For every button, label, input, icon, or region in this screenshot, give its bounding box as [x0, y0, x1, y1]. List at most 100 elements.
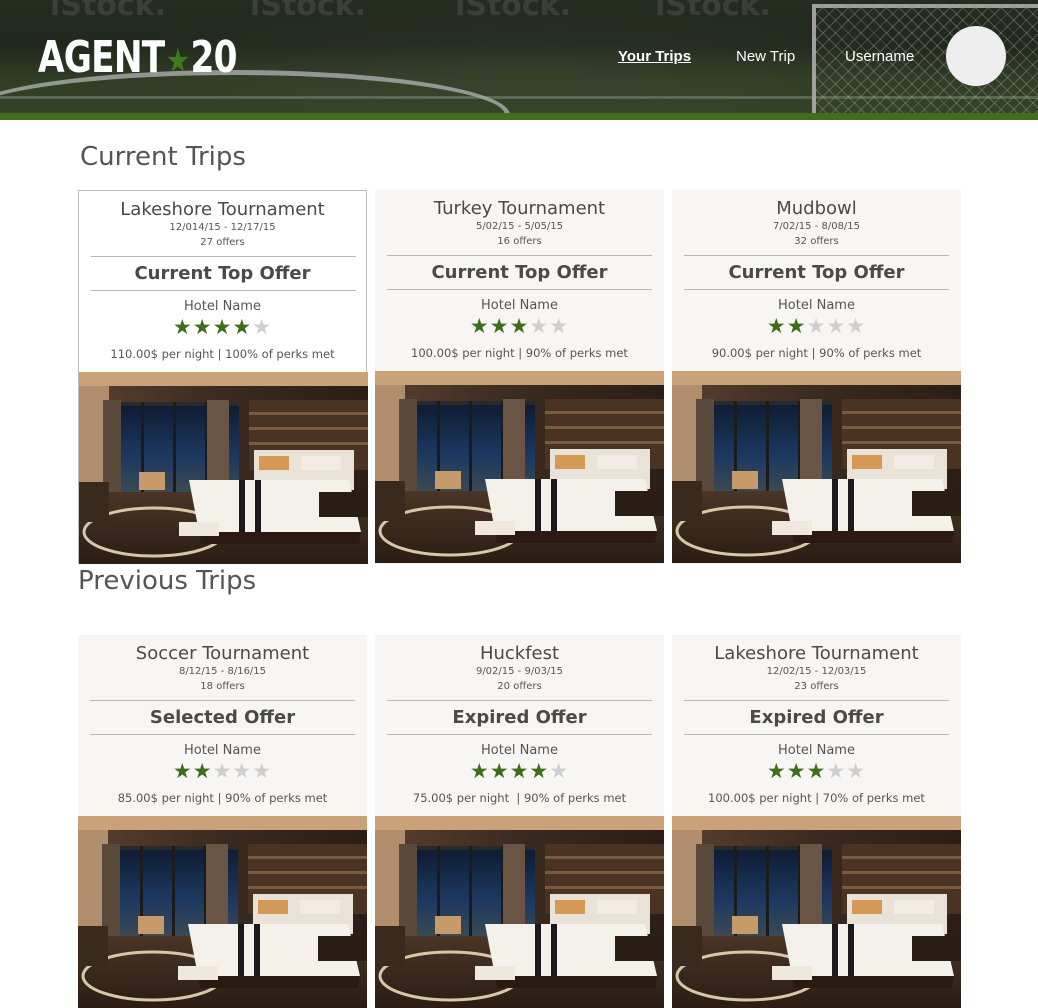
- star-icon: ★: [549, 759, 570, 783]
- divider: [387, 255, 652, 256]
- hotel-room-photo: [79, 372, 368, 564]
- price-and-perks: 110.00$ per night | 100% of perks met: [110, 347, 335, 361]
- star-icon: ★: [232, 315, 253, 339]
- trip-card[interactable]: Turkey Tournament 5/02/15 - 5/05/15 16 off…: [375, 190, 664, 564]
- nav-your-trips[interactable]: Your Trips: [618, 48, 691, 65]
- nav-username[interactable]: Username: [845, 48, 914, 65]
- star-icon: ★: [846, 759, 867, 783]
- hotel-name: Hotel Name: [778, 298, 855, 313]
- star-icon: ★: [766, 759, 787, 783]
- trip-card[interactable]: Lakeshore Tournament 12/02/15 - 12/03/15 2…: [672, 635, 961, 1008]
- star-rating: ★★★★★: [375, 314, 664, 338]
- divider: [90, 700, 355, 701]
- star-icon: ★: [172, 315, 193, 339]
- star-icon: ★: [489, 759, 510, 783]
- trip-offer-count: 20 offers: [497, 681, 542, 692]
- logo-number: 20: [190, 32, 238, 83]
- star-rating: ★★★★★: [672, 759, 961, 783]
- hotel-room-photo: [78, 816, 367, 1008]
- hotel-name: Hotel Name: [778, 743, 855, 758]
- star-rating: ★★★★★: [375, 759, 664, 783]
- divider: [387, 734, 652, 735]
- hotel-name: Hotel Name: [481, 743, 558, 758]
- star-icon: ★: [469, 759, 490, 783]
- star-icon: ★: [826, 314, 847, 338]
- price-and-perks: 85.00$ per night | 90% of perks met: [117, 791, 328, 805]
- divider: [684, 734, 949, 735]
- star-icon: ★: [529, 314, 550, 338]
- hotel-photo: [79, 372, 368, 564]
- trip-dates: 5/02/15 - 5/05/15: [475, 221, 564, 232]
- site-header: iStock. iStock. iStock. iStock. AGENT★20…: [0, 0, 1038, 113]
- price-and-perks: 100.00$ per night | 70% of perks met: [708, 791, 925, 805]
- offer-status-title: Current Top Offer: [431, 262, 608, 283]
- divider: [387, 700, 652, 701]
- star-icon: ★: [786, 759, 807, 783]
- hotel-room-photo: [672, 816, 961, 1008]
- logo-star-icon: ★: [165, 41, 190, 81]
- divider: [387, 289, 652, 290]
- star-icon: ★: [549, 314, 570, 338]
- star-icon: ★: [212, 315, 233, 339]
- offer-status-title: Current Top Offer: [728, 262, 905, 283]
- trip-offer-count: 23 offers: [794, 681, 839, 692]
- current-trips-heading: Current Trips: [80, 142, 246, 172]
- star-icon: ★: [252, 759, 273, 783]
- offer-status-title: Selected Offer: [149, 707, 296, 728]
- star-icon: ★: [509, 759, 530, 783]
- star-icon: ★: [509, 314, 530, 338]
- trip-offer-count: 16 offers: [497, 236, 542, 247]
- hotel-name: Hotel Name: [481, 298, 558, 313]
- star-icon: ★: [252, 315, 273, 339]
- divider: [90, 734, 355, 735]
- hotel-photo: [375, 816, 664, 1008]
- star-icon: ★: [826, 759, 847, 783]
- star-icon: ★: [786, 314, 807, 338]
- user-avatar[interactable]: [946, 26, 1006, 86]
- trip-card[interactable]: Huckfest 9/02/15 - 9/03/15 20 offers Expire…: [375, 635, 664, 1008]
- hotel-name: Hotel Name: [184, 743, 261, 758]
- trip-dates: 8/12/15 - 8/16/15: [178, 666, 267, 677]
- header-accent-bar: [0, 113, 1038, 120]
- star-icon: ★: [192, 315, 213, 339]
- nav-new-trip[interactable]: New Trip: [736, 48, 795, 65]
- divider: [684, 700, 949, 701]
- offer-status-title: Current Top Offer: [134, 263, 311, 284]
- divider: [684, 289, 949, 290]
- hotel-photo: [672, 816, 961, 1008]
- agent20-logo[interactable]: AGENT★20: [38, 32, 238, 83]
- star-icon: ★: [232, 759, 253, 783]
- trip-offer-count: 18 offers: [200, 681, 245, 692]
- trip-name: Soccer Tournament: [135, 643, 310, 664]
- star-icon: ★: [529, 759, 550, 783]
- trip-card[interactable]: Soccer Tournament 8/12/15 - 8/16/15 18 off…: [78, 635, 367, 1008]
- trip-dates: 12/02/15 - 12/03/15: [766, 666, 867, 677]
- previous-trips-heading: Previous Trips: [78, 566, 257, 596]
- trip-name: Huckfest: [479, 643, 560, 664]
- hotel-name: Hotel Name: [184, 299, 261, 314]
- price-and-perks: 100.00$ per night | 90% of perks met: [411, 346, 628, 360]
- trip-dates: 9/02/15 - 9/03/15: [475, 666, 564, 677]
- star-rating: ★★★★★: [78, 759, 367, 783]
- star-icon: ★: [766, 314, 787, 338]
- price-and-perks: 75.00$ per night | 90% of perks met: [412, 791, 627, 805]
- offer-status-title: Expired Offer: [749, 707, 884, 728]
- trip-card[interactable]: Mudbowl 7/02/15 - 8/08/15 32 offers Current…: [672, 190, 961, 564]
- star-icon: ★: [846, 314, 867, 338]
- hotel-photo: [78, 816, 367, 1008]
- star-rating: ★★★★★: [79, 315, 366, 339]
- trip-card[interactable]: Lakeshore Tournament 12/014/15 - 12/17/15…: [78, 190, 368, 564]
- star-icon: ★: [469, 314, 490, 338]
- star-icon: ★: [212, 759, 233, 783]
- trip-offer-count: 32 offers: [794, 236, 839, 247]
- trip-dates: 12/014/15 - 12/17/15: [169, 222, 276, 233]
- star-icon: ★: [172, 759, 193, 783]
- trip-name: Mudbowl: [776, 198, 857, 219]
- trip-name: Lakeshore Tournament: [120, 199, 325, 220]
- hotel-room-photo: [672, 371, 961, 563]
- divider: [91, 256, 356, 257]
- trip-name: Turkey Tournament: [433, 198, 606, 219]
- hotel-photo: [375, 371, 664, 563]
- star-icon: ★: [192, 759, 213, 783]
- trip-name: Lakeshore Tournament: [714, 643, 919, 664]
